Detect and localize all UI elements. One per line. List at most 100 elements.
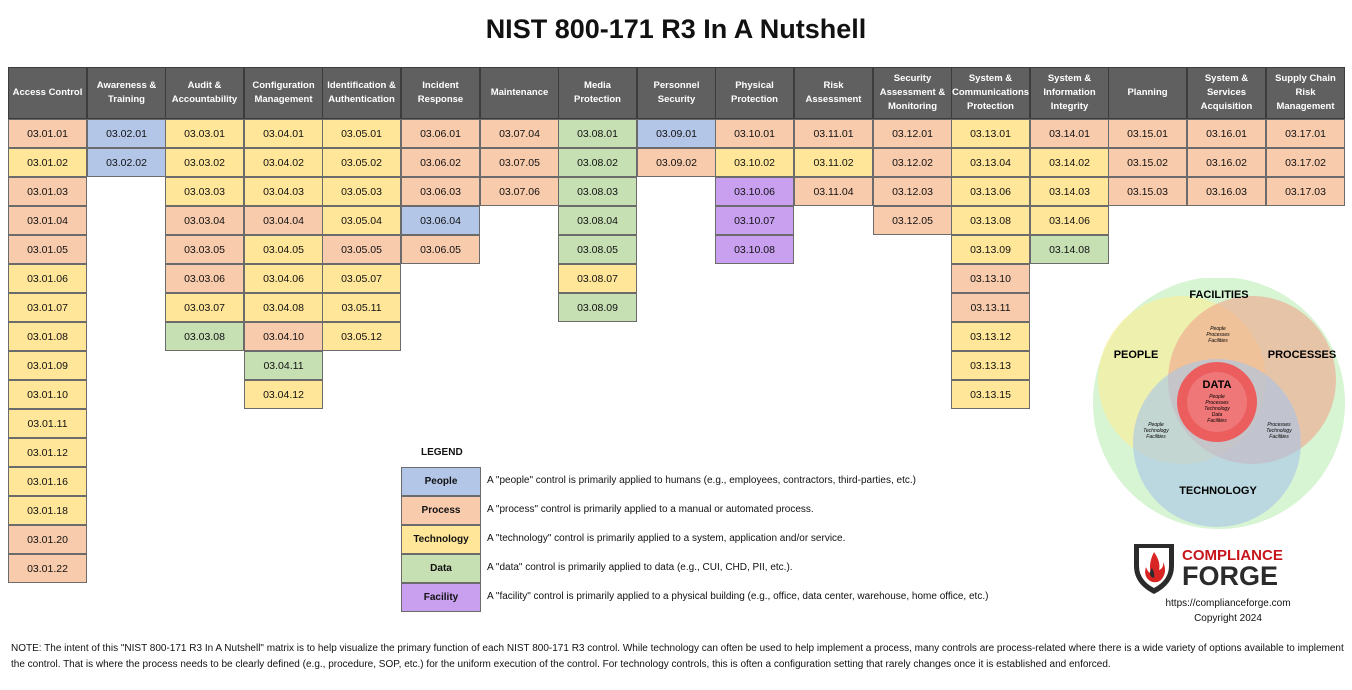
control-cell: 03.07.06 bbox=[480, 177, 559, 206]
column-header: Risk Assessment bbox=[794, 67, 873, 119]
control-cell: 03.09.02 bbox=[637, 148, 716, 177]
matrix-column: Personnel Security 03.09.01 03.09.02 bbox=[637, 67, 716, 177]
matrix-column: System & Information Integrity 03.14.01 03… bbox=[1030, 67, 1109, 264]
venn-prt-facilities: Facilities bbox=[1269, 434, 1289, 440]
column-header: Access Control bbox=[8, 67, 87, 119]
matrix-column: Planning 03.15.01 03.15.02 03.15.03 bbox=[1108, 67, 1187, 206]
control-cell: 03.01.18 bbox=[8, 496, 87, 525]
control-cell: 03.04.12 bbox=[244, 380, 323, 409]
column-header: Planning bbox=[1108, 67, 1187, 119]
control-cell: 03.08.04 bbox=[558, 206, 637, 235]
control-cell: 03.13.12 bbox=[951, 322, 1030, 351]
control-cell: 03.06.03 bbox=[401, 177, 480, 206]
control-cell: 03.01.02 bbox=[8, 148, 87, 177]
control-cell: 03.08.03 bbox=[558, 177, 637, 206]
column-header: Media Protection bbox=[558, 67, 637, 119]
control-cell: 03.06.05 bbox=[401, 235, 480, 264]
website-url[interactable]: https://complianceforge.com bbox=[1100, 598, 1352, 609]
control-cell: 03.14.08 bbox=[1030, 235, 1109, 264]
column-header: System & Information Integrity bbox=[1030, 67, 1109, 119]
control-cell: 03.13.06 bbox=[951, 177, 1030, 206]
control-cell: 03.08.09 bbox=[558, 293, 637, 322]
control-cell: 03.12.02 bbox=[873, 148, 952, 177]
control-cell: 03.01.03 bbox=[8, 177, 87, 206]
venn-label-facilities: FACILITIES bbox=[1189, 289, 1248, 301]
control-cell: 03.02.01 bbox=[87, 119, 166, 148]
venn-label-data: DATA bbox=[1203, 379, 1232, 391]
matrix-column: Awareness & Training 03.02.01 03.02.02 bbox=[87, 67, 166, 177]
control-cell: 03.08.05 bbox=[558, 235, 637, 264]
logo-text-forge: FORGE bbox=[1182, 561, 1278, 591]
matrix-column: Maintenance 03.07.04 03.07.05 03.07.06 bbox=[480, 67, 559, 206]
control-cell: 03.09.01 bbox=[637, 119, 716, 148]
shield-flame-icon bbox=[1134, 544, 1174, 594]
control-cell: 03.03.08 bbox=[165, 322, 244, 351]
venn-pt-facilities: Facilities bbox=[1146, 434, 1166, 440]
legend-swatch-process: Process bbox=[401, 496, 481, 525]
control-cell: 03.05.12 bbox=[322, 322, 401, 351]
control-cell: 03.10.07 bbox=[715, 206, 794, 235]
control-cell: 03.15.02 bbox=[1108, 148, 1187, 177]
control-cell: 03.13.13 bbox=[951, 351, 1030, 380]
venn-diagram: FACILITIES PEOPLE PROCESSES TECHNOLOGY D… bbox=[1093, 278, 1345, 529]
control-cell: 03.13.01 bbox=[951, 119, 1030, 148]
control-cell: 03.13.08 bbox=[951, 206, 1030, 235]
control-cell: 03.14.01 bbox=[1030, 119, 1109, 148]
control-cell: 03.04.08 bbox=[244, 293, 323, 322]
control-cell: 03.04.05 bbox=[244, 235, 323, 264]
control-cell: 03.01.11 bbox=[8, 409, 87, 438]
control-cell: 03.15.01 bbox=[1108, 119, 1187, 148]
control-cell: 03.16.02 bbox=[1187, 148, 1266, 177]
matrix-column: Security Assessment & Monitoring 03.12.01… bbox=[873, 67, 952, 235]
legend-desc-process: A "process" control is primarily applied… bbox=[487, 504, 814, 515]
control-cell: 03.01.05 bbox=[8, 235, 87, 264]
matrix-column: Audit & Accountability 03.03.01 03.03.02 03… bbox=[165, 67, 244, 351]
column-header: Identification & Authentication bbox=[322, 67, 401, 119]
legend-desc-data: A "data" control is primarily applied to… bbox=[487, 562, 793, 573]
control-cell: 03.13.10 bbox=[951, 264, 1030, 293]
control-cell: 03.12.03 bbox=[873, 177, 952, 206]
control-cell: 03.04.10 bbox=[244, 322, 323, 351]
control-cell: 03.01.22 bbox=[8, 554, 87, 583]
control-cell: 03.01.07 bbox=[8, 293, 87, 322]
control-cell: 03.05.02 bbox=[322, 148, 401, 177]
control-cell: 03.07.04 bbox=[480, 119, 559, 148]
legend-desc-people: A "people" control is primarily applied … bbox=[487, 475, 916, 486]
control-cell: 03.01.01 bbox=[8, 119, 87, 148]
control-cell: 03.13.04 bbox=[951, 148, 1030, 177]
control-cell: 03.10.08 bbox=[715, 235, 794, 264]
control-cell: 03.05.04 bbox=[322, 206, 401, 235]
control-cell: 03.14.02 bbox=[1030, 148, 1109, 177]
venn-d-facilities: Facilities bbox=[1207, 418, 1227, 424]
matrix-column: System & Services Acquisition 03.16.01 03.… bbox=[1187, 67, 1266, 206]
complianceforge-logo: COMPLIANCE FORGE bbox=[1134, 544, 1283, 594]
control-cell: 03.12.01 bbox=[873, 119, 952, 148]
column-header: System & Communications Protection bbox=[951, 67, 1030, 119]
control-cell: 03.17.01 bbox=[1266, 119, 1345, 148]
control-cell: 03.12.05 bbox=[873, 206, 952, 235]
control-cell: 03.01.08 bbox=[8, 322, 87, 351]
control-cell: 03.04.02 bbox=[244, 148, 323, 177]
control-cell: 03.13.11 bbox=[951, 293, 1030, 322]
control-cell: 03.06.01 bbox=[401, 119, 480, 148]
column-header: Physical Protection bbox=[715, 67, 794, 119]
control-cell: 03.04.01 bbox=[244, 119, 323, 148]
control-cell: 03.14.03 bbox=[1030, 177, 1109, 206]
control-cell: 03.17.03 bbox=[1266, 177, 1345, 206]
control-cell: 03.06.04 bbox=[401, 206, 480, 235]
column-header: Personnel Security bbox=[637, 67, 716, 119]
column-header: Awareness & Training bbox=[87, 67, 166, 119]
control-cell: 03.03.01 bbox=[165, 119, 244, 148]
control-cell: 03.05.05 bbox=[322, 235, 401, 264]
venn-label-people: PEOPLE bbox=[1114, 349, 1159, 361]
column-header: Security Assessment & Monitoring bbox=[873, 67, 952, 119]
control-cell: 03.10.01 bbox=[715, 119, 794, 148]
control-cell: 03.01.06 bbox=[8, 264, 87, 293]
control-cell: 03.04.11 bbox=[244, 351, 323, 380]
control-cell: 03.16.03 bbox=[1187, 177, 1266, 206]
control-cell: 03.10.06 bbox=[715, 177, 794, 206]
legend-swatch-technology: Technology bbox=[401, 525, 481, 554]
control-cell: 03.04.06 bbox=[244, 264, 323, 293]
control-cell: 03.05.01 bbox=[322, 119, 401, 148]
control-cell: 03.08.02 bbox=[558, 148, 637, 177]
